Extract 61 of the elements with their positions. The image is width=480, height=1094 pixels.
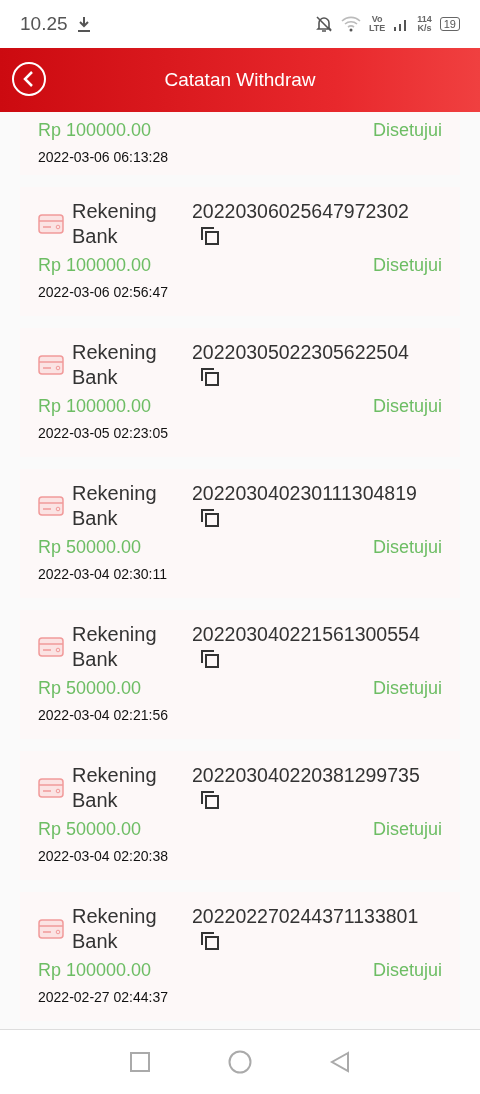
- bank-card-icon: [38, 637, 64, 657]
- method-label: Rekening: [72, 199, 158, 224]
- method-label: Bank: [72, 224, 119, 249]
- transaction-id: 202203040230111304819: [192, 481, 417, 506]
- back-button[interactable]: [12, 62, 46, 96]
- amount: Rp 50000.00: [38, 819, 142, 840]
- amount: Rp 100000.00: [38, 960, 152, 981]
- copy-icon[interactable]: [200, 226, 220, 246]
- download-icon: [75, 16, 92, 32]
- method-label: Rekening: [72, 622, 158, 647]
- status-label: Disetujui: [372, 396, 442, 417]
- status-label: Disetujui: [372, 960, 442, 981]
- status-label: Disetujui: [372, 537, 442, 558]
- copy-icon[interactable]: [200, 367, 220, 387]
- status-label: Disetujui: [372, 120, 442, 141]
- record-time: 2022-02-27 02:44:37: [38, 989, 169, 1005]
- method-label: Bank: [72, 788, 119, 813]
- speed-label: 114 K/s: [417, 15, 432, 33]
- method-label: Rekening: [72, 481, 158, 506]
- copy-icon[interactable]: [200, 790, 220, 810]
- amount: Rp 100000.00: [38, 255, 152, 276]
- status-label: Disetujui: [372, 678, 442, 699]
- method-label: Bank: [72, 365, 119, 390]
- bank-card-icon: [38, 919, 64, 939]
- amount: Rp 50000.00: [38, 537, 142, 558]
- transaction-id: 20220306025647972302: [192, 199, 409, 224]
- copy-icon[interactable]: [200, 931, 220, 951]
- method-label: Bank: [72, 647, 119, 672]
- amount: Rp 50000.00: [38, 678, 142, 699]
- transaction-id: 202203040220381299735: [192, 763, 420, 788]
- bank-card-icon: [38, 778, 64, 798]
- chevron-left-icon: [22, 70, 36, 88]
- record-time: 2022-03-04 02:20:38: [38, 848, 169, 864]
- method-label: Rekening: [72, 340, 158, 365]
- record-time: 2022-03-06 02:56:47: [38, 284, 169, 300]
- bank-card-icon: [38, 496, 64, 516]
- record-time: 2022-03-05 02:23:05: [38, 425, 169, 441]
- record-time: 2022-03-04 02:21:56: [38, 707, 169, 723]
- amount: Rp 100000.00: [38, 120, 152, 141]
- bell-off-icon: [314, 15, 333, 33]
- bank-card-icon: [38, 214, 64, 234]
- method-label: Bank: [72, 929, 119, 954]
- battery-icon: 19: [439, 17, 460, 31]
- method-label: Bank: [72, 506, 119, 531]
- record-time: 2022-03-06 06:13:28: [38, 149, 169, 165]
- amount: Rp 100000.00: [38, 396, 152, 417]
- page-title: Catatan Withdraw: [164, 69, 316, 91]
- method-label: Rekening: [72, 904, 158, 929]
- transaction-id: 20220305022305622504: [192, 340, 409, 365]
- status-label: Disetujui: [372, 819, 442, 840]
- transaction-id: 202202270244371133801: [192, 904, 419, 929]
- record-time: 2022-03-04 02:30:11: [38, 566, 168, 582]
- copy-icon[interactable]: [200, 508, 220, 528]
- copy-icon[interactable]: [200, 649, 220, 669]
- status-label: Disetujui: [372, 255, 442, 276]
- transaction-id: 202203040221561300554: [192, 622, 420, 647]
- status-time: 10.25: [20, 13, 68, 35]
- method-label: Rekening: [72, 763, 158, 788]
- wifi-icon: [340, 16, 361, 32]
- network-label: Vo LTE: [368, 15, 386, 33]
- bank-card-icon: [38, 355, 64, 375]
